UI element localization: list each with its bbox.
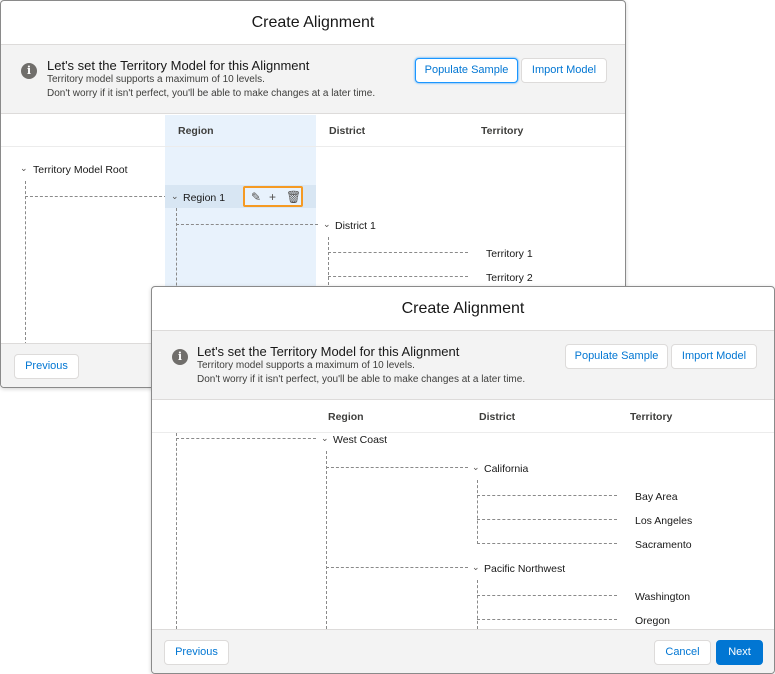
modal-title: Create Alignment [152,287,774,331]
column-header-row: Region District Territory [152,401,774,433]
column-header-territory: Territory [481,125,524,137]
previous-button[interactable]: Previous [14,354,79,379]
tree-connector [477,595,617,596]
create-alignment-modal-front: Create Alignment i Let's set the Territo… [151,286,775,674]
tree-connector [176,438,316,439]
cancel-button[interactable]: Cancel [654,640,711,665]
modal-footer: Previous Cancel Next [152,629,774,673]
populate-sample-button[interactable]: Populate Sample [415,58,518,83]
tree-node-territory[interactable]: Oregon [635,615,670,627]
modal-title: Create Alignment [1,1,625,45]
tree-node-district-1[interactable]: District 1 [335,220,376,232]
banner-line-2: Don't worry if it isn't perfect, you'll … [47,88,376,99]
tree-node-territory[interactable]: Washington [635,591,690,603]
column-header-territory: Territory [630,411,673,423]
tree-node-district[interactable]: California [484,463,528,475]
tree-node-region[interactable]: West Coast [333,434,387,446]
info-banner: i Let's set the Territory Model for this… [1,45,625,114]
tree-node-territory[interactable]: Sacramento [635,539,692,551]
tree-connector [477,543,617,544]
next-button[interactable]: Next [716,640,763,665]
column-header-district: District [479,411,516,423]
populate-sample-button[interactable]: Populate Sample [565,344,668,369]
node-action-group: ✎ + 🗑 [243,186,303,207]
tree-connector [477,580,478,629]
tree-node-territory[interactable]: Territory 2 [486,272,533,284]
tree-connector [477,495,617,496]
info-banner: i Let's set the Territory Model for this… [152,331,774,400]
chevron-down-icon[interactable]: ⌄ [20,163,28,174]
tree-connector [328,276,468,277]
banner-line-2: Don't worry if it isn't perfect, you'll … [197,374,526,385]
tree-connector [176,433,177,629]
chevron-down-icon[interactable]: ⌄ [323,219,331,230]
tree-connector [477,519,617,520]
banner-title: Let's set the Territory Model for this A… [197,344,460,359]
tree-node-root[interactable]: Territory Model Root [33,164,128,176]
column-header-region: Region [178,125,214,137]
info-icon: i [172,349,188,365]
tree-connector [477,480,478,544]
chevron-down-icon[interactable]: ⌄ [171,191,179,202]
tree-connector [25,181,26,345]
chevron-down-icon[interactable]: ⌄ [321,433,329,444]
banner-line-1: Territory model supports a maximum of 10… [47,74,265,85]
tree-node-territory[interactable]: Los Angeles [635,515,692,527]
tree-connector [25,196,167,197]
tree-connector [328,252,468,253]
previous-button[interactable]: Previous [164,640,229,665]
banner-line-1: Territory model supports a maximum of 10… [197,360,415,371]
tree-node-territory[interactable]: Bay Area [635,491,678,503]
banner-title: Let's set the Territory Model for this A… [47,58,310,73]
edit-icon[interactable]: ✎ [251,190,261,204]
column-header-region: Region [328,411,364,423]
column-header-row: Region District Territory [1,115,625,147]
chevron-down-icon[interactable]: ⌄ [472,462,480,473]
tree-node-territory[interactable]: Territory 1 [486,248,533,260]
delete-icon[interactable]: 🗑 [286,190,301,204]
tree-connector [477,619,617,620]
add-icon[interactable]: + [269,190,276,204]
tree-connector [326,451,327,629]
chevron-down-icon[interactable]: ⌄ [472,562,480,573]
tree-connector [326,467,468,468]
import-model-button[interactable]: Import Model [521,58,607,83]
import-model-button[interactable]: Import Model [671,344,757,369]
tree-node-district[interactable]: Pacific Northwest [484,563,565,575]
info-icon: i [21,63,37,79]
tree-connector [326,567,468,568]
tree-node-region-1[interactable]: Region 1 [183,192,225,204]
column-header-district: District [329,125,366,137]
tree-connector [176,224,318,225]
